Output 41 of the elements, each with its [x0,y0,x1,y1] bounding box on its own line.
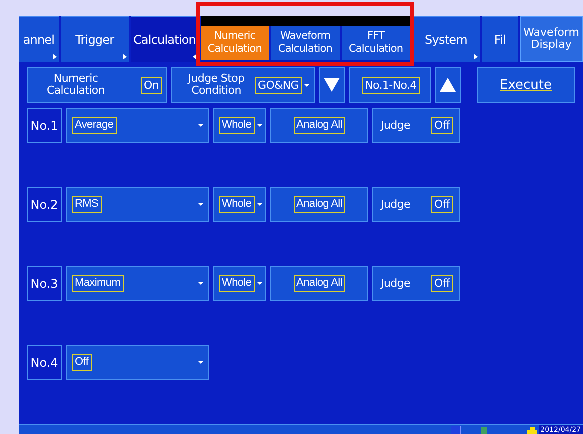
tab[interactable]: System [412,16,480,62]
caret-icon [304,84,310,86]
waveform-display-button[interactable]: Waveform Display [520,16,583,62]
judge-stop-condition-setting[interactable]: Judge Stop Condition GO&NG [171,67,315,103]
tab[interactable]: Trigger [60,16,129,62]
range-selector[interactable]: No.1-No.4 [349,67,431,103]
caret-icon [198,203,204,206]
caret-icon [198,282,204,285]
calculation-number: No.2 [27,187,62,222]
function-dropdown[interactable]: Off [66,345,209,380]
calculation-number: No.3 [27,266,62,301]
caret-icon [198,124,204,127]
judge-setting[interactable]: Judge Off [372,266,460,301]
judge-setting[interactable]: Judge Off [372,108,460,143]
tab[interactable]: annel [19,16,59,62]
range-dropdown[interactable]: Whole [213,187,266,222]
up-button[interactable] [435,67,461,103]
caret-icon [256,282,263,285]
range-dropdown[interactable]: Whole [213,108,266,143]
function-dropdown[interactable]: Maximum [66,266,209,301]
function-dropdown[interactable]: Average [66,108,209,143]
range-dropdown[interactable]: Whole [213,266,266,301]
calculation-number: No.4 [27,345,62,380]
caret-icon [256,124,263,127]
calculation-number: No.1 [27,108,62,143]
tab[interactable]: Calculation [130,16,199,62]
caret-icon [256,203,263,206]
judge-setting[interactable]: Judge Off [372,187,460,222]
channel-selector[interactable]: Analog All [270,108,368,143]
down-triangle-icon [324,78,340,92]
channel-selector[interactable]: Analog All [270,266,368,301]
tab[interactable]: Fil [482,16,518,62]
channel-selector[interactable]: Analog All [270,187,368,222]
sub-tab[interactable]: Waveform Calculation [271,26,340,60]
numeric-calculation-setting[interactable]: Numeric Calculation On [27,67,167,103]
down-button[interactable] [319,67,345,103]
function-dropdown[interactable]: RMS [66,187,209,222]
caret-icon [198,361,204,364]
execute-button[interactable]: Execute [477,67,575,103]
sub-tab[interactable]: FFT Calculation [342,26,410,60]
up-triangle-icon [440,78,456,92]
